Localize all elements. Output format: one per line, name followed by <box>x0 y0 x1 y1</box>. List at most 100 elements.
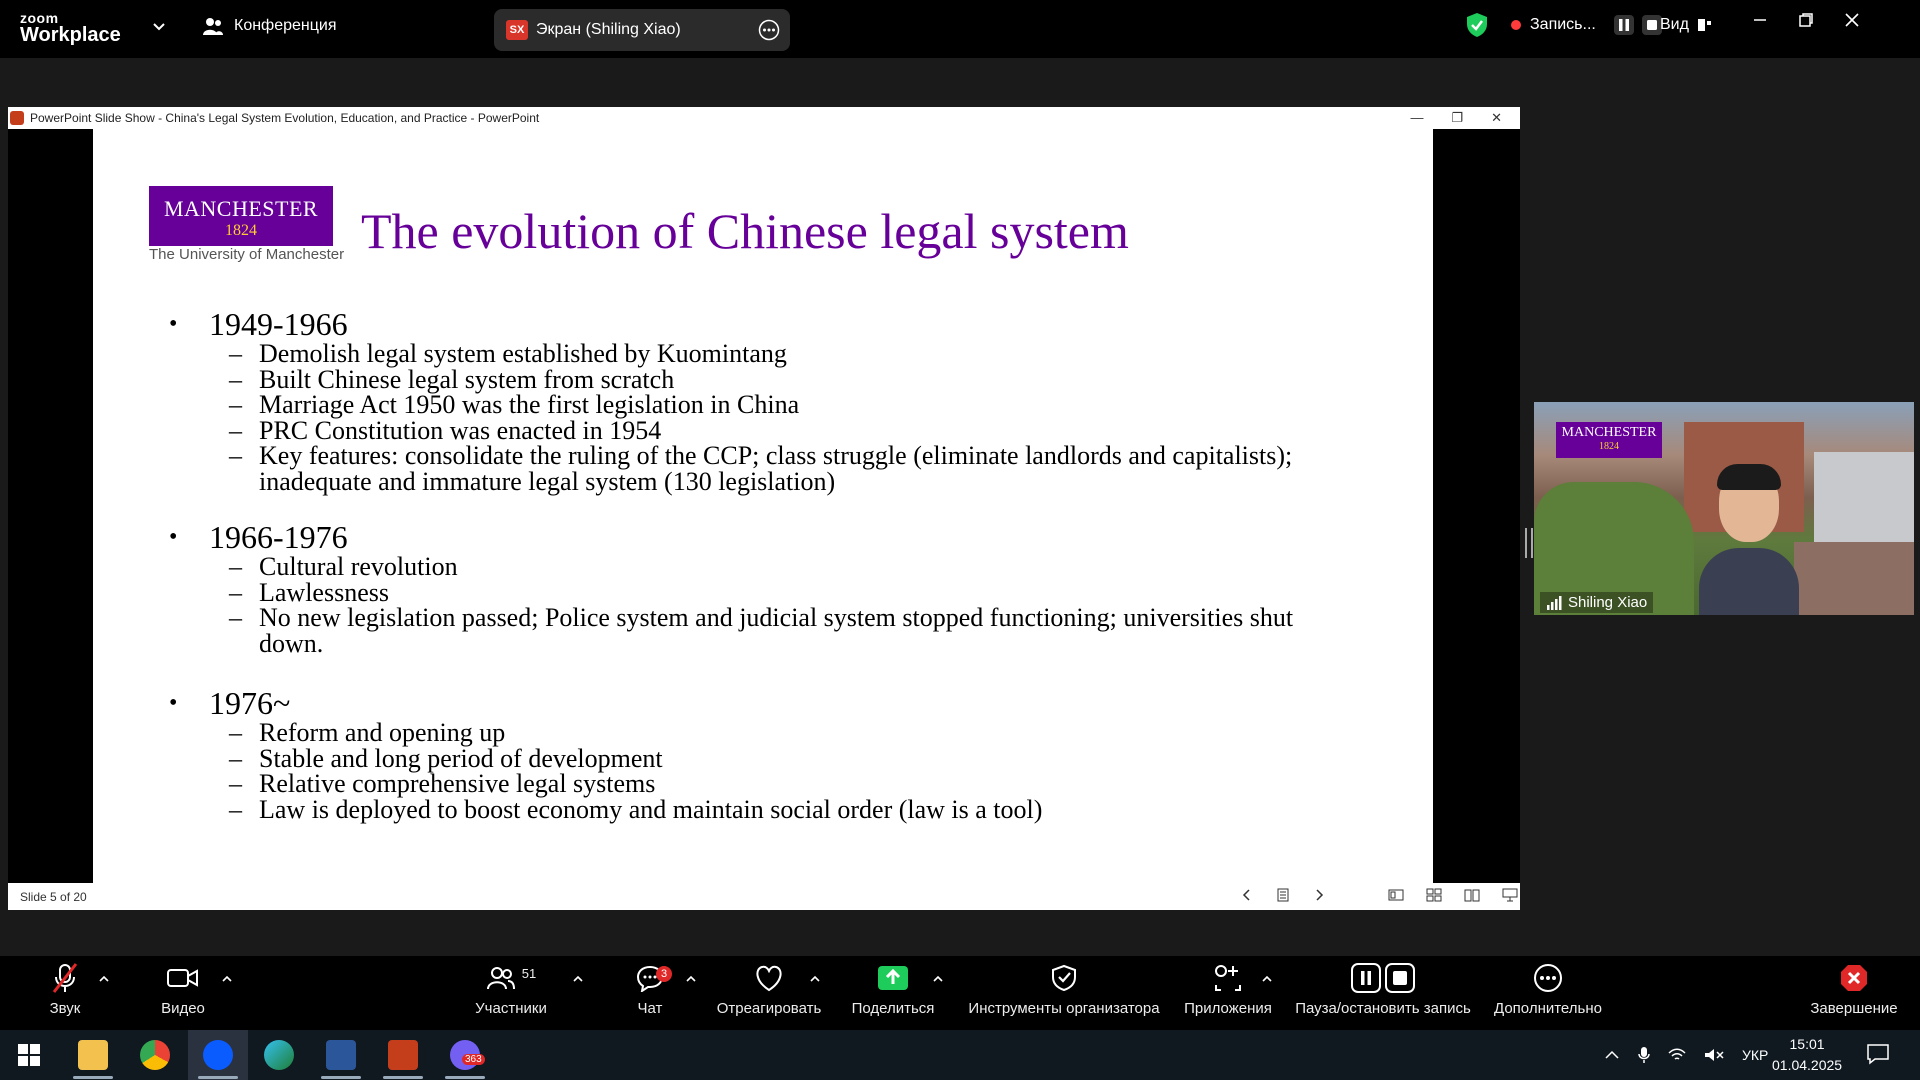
reading-view-icon[interactable] <box>1464 888 1480 902</box>
stop-recording-button[interactable] <box>1641 15 1662 35</box>
react-label: Отреагировать <box>716 1000 822 1017</box>
edge-icon[interactable] <box>264 1040 294 1070</box>
presenter-avatar: SX <box>506 20 528 40</box>
chevron-down-icon[interactable] <box>152 22 166 32</box>
notifications-icon[interactable] <box>1866 1042 1890 1066</box>
windows-taskbar: 363 УКР 15:01 01.04.2025 <box>0 1030 1920 1080</box>
view-label: Вид <box>1660 16 1689 33</box>
file-explorer-icon[interactable] <box>78 1040 108 1070</box>
recording-dot-icon <box>1511 20 1521 30</box>
list-item: Marriage Act 1950 was the first legislat… <box>229 392 1319 418</box>
participants-button[interactable]: 51 Участники <box>466 956 556 1030</box>
share-options-caret-icon[interactable] <box>932 974 944 984</box>
slide-sorter-icon[interactable] <box>1426 888 1442 902</box>
input-language[interactable]: УКР <box>1742 1047 1768 1063</box>
view-menu[interactable]: Вид <box>1660 16 1713 34</box>
section-1949-1966: 1949-1966 Demolish legal system establis… <box>169 307 1319 495</box>
windows-start-icon[interactable] <box>18 1044 40 1066</box>
more-label: Дополнительно <box>1494 1000 1602 1017</box>
chat-label: Чат <box>637 1000 663 1017</box>
clock[interactable]: 15:01 01.04.2025 <box>1772 1034 1842 1076</box>
security-shield-icon[interactable] <box>1466 12 1488 38</box>
share-screen-indicator[interactable]: SX Экран (Shiling Xiao) <box>494 9 790 51</box>
ppt-title-bar: PowerPoint Slide Show - China's Legal Sy… <box>8 107 1520 129</box>
normal-view-icon[interactable] <box>1388 888 1404 902</box>
meeting-toolbar: Звук Видео 51 Участники Чат 3 Отреагиров… <box>0 956 1920 1030</box>
react-options-caret-icon[interactable] <box>809 974 821 984</box>
slide-menu-icon[interactable] <box>1276 888 1290 902</box>
section-heading: 1976~ <box>169 686 1319 720</box>
list-item: No new legislation passed; Police system… <box>229 605 1319 657</box>
conference-menu[interactable]: Конференция <box>202 16 337 36</box>
viber-badge: 363 <box>462 1054 485 1065</box>
ppt-minimize-icon[interactable]: — <box>1410 110 1423 126</box>
ppt-restore-icon[interactable]: ❐ <box>1451 110 1463 126</box>
background-logo-year: 1824 <box>1599 441 1619 452</box>
pause-stop-recording-button[interactable]: Пауза/остановить запись <box>1292 956 1474 1030</box>
chrome-icon[interactable] <box>140 1040 170 1070</box>
previous-slide-icon[interactable] <box>1240 888 1254 902</box>
end-meeting-button[interactable]: Завершение <box>1806 956 1902 1030</box>
restore-icon[interactable] <box>1798 12 1814 28</box>
audio-options-caret-icon[interactable] <box>98 974 110 984</box>
ppt-status-bar: Slide 5 of 20 <box>8 883 1520 910</box>
participants-options-caret-icon[interactable] <box>572 974 584 984</box>
slide-counter: Slide 5 of 20 <box>20 890 87 904</box>
chat-options-caret-icon[interactable] <box>685 974 697 984</box>
wifi-icon[interactable] <box>1668 1048 1686 1062</box>
video-background <box>1814 452 1914 542</box>
slide-canvas: MANCHESTER 1824 The University of Manche… <box>93 129 1433 883</box>
react-button[interactable]: Отреагировать <box>712 956 826 1030</box>
background-logo: MANCHESTER 1824 <box>1556 422 1662 458</box>
system-tray: УКР <box>1604 1046 1768 1064</box>
microphone-tray-icon[interactable] <box>1638 1046 1650 1064</box>
slideshow-view-icon[interactable] <box>1502 888 1518 902</box>
apps-button[interactable]: Приложения <box>1180 956 1276 1030</box>
panel-resize-handle[interactable] <box>1525 528 1533 558</box>
window-controls <box>1752 12 1860 28</box>
clock-time: 15:01 <box>1789 1036 1825 1052</box>
app-running-indicator <box>445 1076 485 1079</box>
more-button[interactable]: Дополнительно <box>1490 956 1606 1030</box>
close-icon[interactable] <box>1844 12 1860 28</box>
share-screen-icon <box>878 966 908 990</box>
conference-label: Конференция <box>234 17 337 34</box>
video-camera-icon <box>167 969 198 987</box>
apps-options-caret-icon[interactable] <box>1261 974 1273 984</box>
app-running-indicator <box>383 1076 423 1079</box>
share-label: Поделиться <box>851 1000 935 1017</box>
more-options-icon[interactable] <box>758 19 780 41</box>
chat-button[interactable]: Чат <box>620 956 680 1030</box>
audio-button[interactable]: Звук <box>30 956 100 1030</box>
chat-unread-badge: 3 <box>656 966 672 982</box>
heart-icon <box>756 965 782 992</box>
host-tools-button[interactable]: Инструменты организатора <box>964 956 1164 1030</box>
video-label: Видео <box>161 1000 205 1017</box>
video-options-caret-icon[interactable] <box>221 974 233 984</box>
speaker-muted-icon[interactable] <box>1704 1048 1724 1062</box>
participant-name-tag: Shiling Xiao <box>1540 592 1654 613</box>
logo-year: 1824 <box>225 222 257 239</box>
host-shield-icon <box>1052 964 1076 992</box>
minimize-icon[interactable] <box>1752 12 1768 28</box>
manchester-logo: MANCHESTER 1824 <box>149 186 333 246</box>
zoom-workplace-logo[interactable]: zoom Workplace <box>20 11 121 45</box>
list-item: Reform and opening up <box>229 720 1319 746</box>
slide-title: The evolution of Chinese legal system <box>361 203 1129 259</box>
powerpoint-taskbar-icon[interactable] <box>388 1040 418 1070</box>
participant-video-tile[interactable]: MANCHESTER 1824 Shiling Xiao <box>1534 402 1914 615</box>
more-icon <box>1534 964 1562 992</box>
participants-count: 51 <box>521 965 537 981</box>
ppt-close-icon[interactable]: ✕ <box>1491 110 1502 126</box>
share-button[interactable]: Поделиться <box>848 956 938 1030</box>
apps-icon <box>1215 965 1241 991</box>
pause-recording-button[interactable] <box>1613 15 1634 35</box>
section-heading: 1966-1976 <box>169 520 1319 554</box>
video-button[interactable]: Видео <box>148 956 218 1030</box>
next-slide-icon[interactable] <box>1312 888 1326 902</box>
powerpoint-slideshow-window: PowerPoint Slide Show - China's Legal Sy… <box>8 107 1520 910</box>
tray-expand-icon[interactable] <box>1604 1049 1620 1061</box>
zoom-icon[interactable] <box>203 1040 233 1070</box>
clock-date: 01.04.2025 <box>1772 1057 1843 1073</box>
word-icon[interactable] <box>326 1040 356 1070</box>
